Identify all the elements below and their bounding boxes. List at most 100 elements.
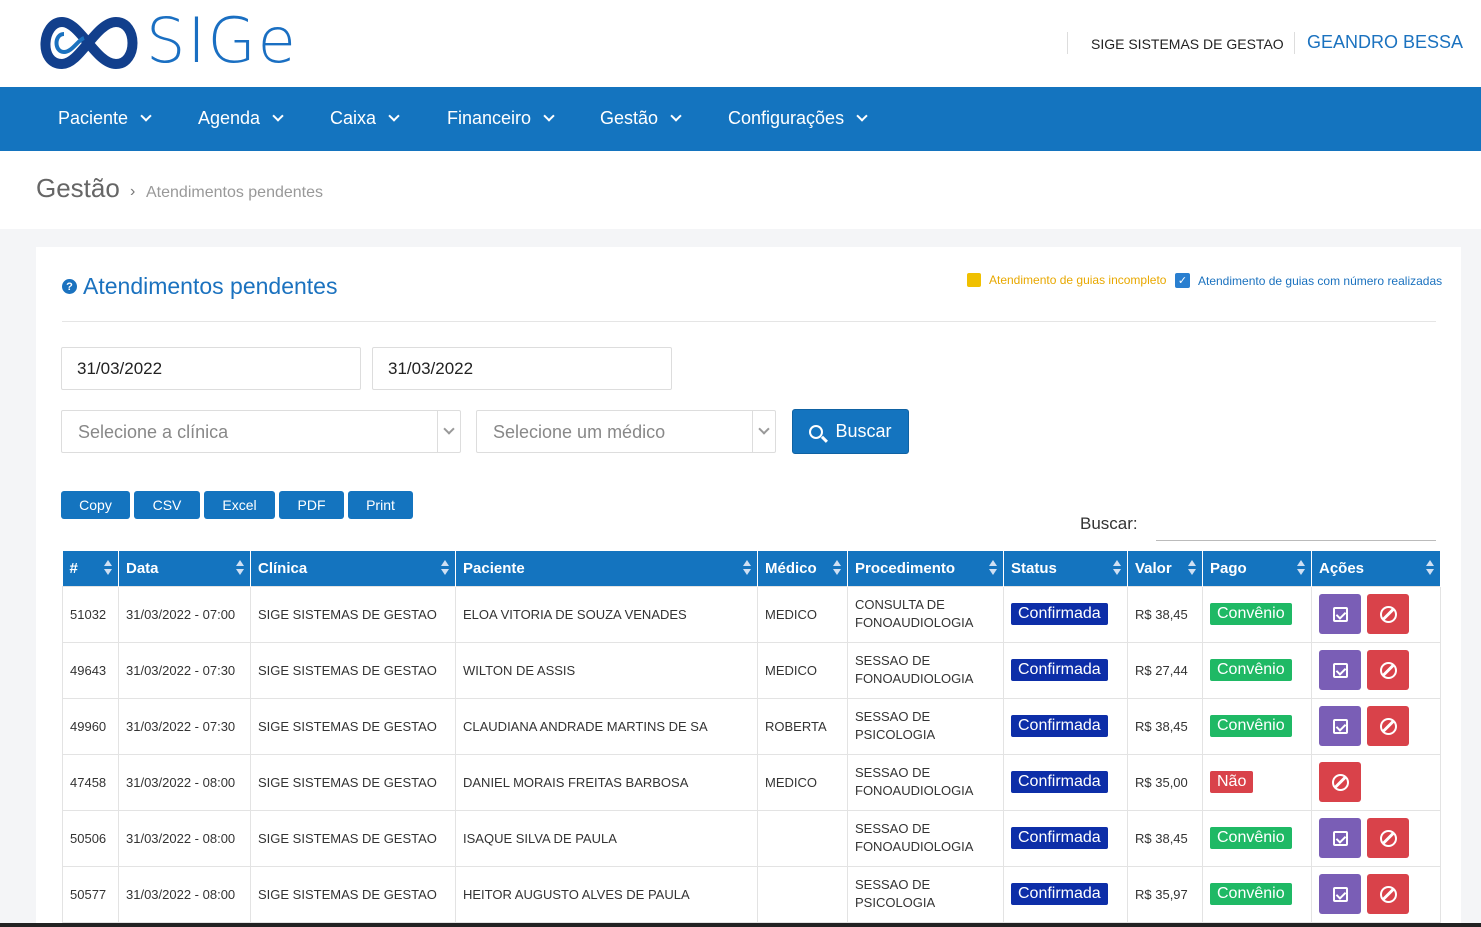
nav-caixa[interactable]: Caixa xyxy=(330,108,400,129)
nav-agenda[interactable]: Agenda xyxy=(198,108,284,129)
status-badge: Confirmada xyxy=(1011,659,1108,681)
col-header-status[interactable]: Status xyxy=(1003,551,1128,586)
proc-line: PSICOLOGIA xyxy=(855,895,936,910)
nav-configuracoes[interactable]: Configurações xyxy=(728,108,868,129)
paid-badge: Convênio xyxy=(1210,715,1292,737)
table-row: 51032 31/03/2022 - 07:00 SIGE SISTEMAS D… xyxy=(62,585,1441,643)
check-square-icon xyxy=(1332,606,1348,622)
col-header-label: Valor xyxy=(1135,559,1172,577)
user-menu[interactable]: GEANDRO BESSA xyxy=(1307,32,1463,53)
sort-icon xyxy=(104,560,112,576)
pdf-button[interactable]: PDF xyxy=(279,491,344,519)
cell-acoes xyxy=(1311,753,1441,811)
chevron-down-icon xyxy=(443,423,455,435)
cell-id: 49960 xyxy=(62,697,119,755)
excel-button[interactable]: Excel xyxy=(204,491,275,519)
date-end-input[interactable] xyxy=(372,347,672,390)
confirm-button[interactable] xyxy=(1319,874,1361,914)
breadcrumb-main[interactable]: Gestão xyxy=(36,173,120,204)
header-separator xyxy=(1067,32,1068,54)
proc-line: FONOAUDIOLOGIA xyxy=(855,615,974,630)
cancel-button[interactable] xyxy=(1367,818,1409,858)
cell-data: 31/03/2022 - 08:00 xyxy=(118,809,251,867)
status-badge: Confirmada xyxy=(1011,883,1108,905)
search-button-label: Buscar xyxy=(835,421,892,441)
sort-icon xyxy=(1297,560,1305,576)
clinic-select[interactable]: Selecione a clínica xyxy=(61,410,461,453)
doctor-select[interactable]: Selecione um médico xyxy=(476,410,776,453)
cell-valor: R$ 35,00 xyxy=(1127,753,1203,811)
col-header-id[interactable]: # xyxy=(62,551,119,586)
cell-data: 31/03/2022 - 07:30 xyxy=(118,697,251,755)
infinity-logo-icon xyxy=(40,16,138,70)
cell-valor: R$ 27,44 xyxy=(1127,641,1203,699)
col-header-clinica[interactable]: Clínica xyxy=(250,551,456,586)
table-search-input[interactable] xyxy=(1156,509,1436,541)
main-nav: Paciente Agenda Caixa Financeiro Gestão … xyxy=(0,87,1481,151)
paid-badge: Não xyxy=(1210,771,1254,793)
nav-label: Paciente xyxy=(58,108,129,128)
ban-icon xyxy=(1331,773,1349,791)
print-button[interactable]: Print xyxy=(348,491,413,519)
col-header-label: Paciente xyxy=(463,559,525,577)
nav-gestao[interactable]: Gestão xyxy=(600,108,682,129)
col-header-acoes[interactable]: Ações xyxy=(1311,551,1441,586)
cell-status: Confirmada xyxy=(1003,697,1128,755)
cell-data: 31/03/2022 - 08:00 xyxy=(118,753,251,811)
copy-button[interactable]: Copy xyxy=(61,491,130,519)
sort-icon xyxy=(441,560,449,576)
cancel-button[interactable] xyxy=(1319,762,1361,802)
col-header-procedimento[interactable]: Procedimento xyxy=(847,551,1004,586)
chevron-down-icon xyxy=(758,423,770,435)
sort-icon xyxy=(1188,560,1196,576)
cell-clinica: SIGE SISTEMAS DE GESTAO xyxy=(250,585,456,643)
nav-label: Gestão xyxy=(600,108,659,128)
nav-paciente[interactable]: Paciente xyxy=(58,108,152,129)
confirm-button[interactable] xyxy=(1319,706,1361,746)
nav-financeiro[interactable]: Financeiro xyxy=(447,108,555,129)
legend-incomplete-text: Atendimento de guias incompleto xyxy=(989,273,1167,287)
confirm-button[interactable] xyxy=(1319,594,1361,634)
table-row: 49960 31/03/2022 - 07:30 SIGE SISTEMAS D… xyxy=(62,697,1441,755)
col-header-medico[interactable]: Médico xyxy=(757,551,848,586)
csv-button[interactable]: CSV xyxy=(134,491,200,519)
sige-logo[interactable]: SIGe xyxy=(34,4,304,77)
chevron-down-icon xyxy=(388,110,400,122)
col-header-pago[interactable]: Pago xyxy=(1202,551,1312,586)
sort-icon xyxy=(1426,560,1434,576)
search-button[interactable]: Buscar xyxy=(792,409,909,454)
cell-medico: MEDICO xyxy=(757,753,848,811)
pending-appointments-card: ? Atendimentos pendentes Atendimento de … xyxy=(36,247,1461,927)
table-row: 49643 31/03/2022 - 07:30 SIGE SISTEMAS D… xyxy=(62,641,1441,699)
col-header-paciente[interactable]: Paciente xyxy=(455,551,758,586)
sort-icon xyxy=(236,560,244,576)
cancel-button[interactable] xyxy=(1367,650,1409,690)
cell-acoes xyxy=(1311,641,1441,699)
cancel-button[interactable] xyxy=(1367,874,1409,914)
nav-label: Caixa xyxy=(330,108,377,128)
check-square-icon xyxy=(1332,830,1348,846)
cell-paciente: CLAUDIANA ANDRADE MARTINS DE SA xyxy=(455,697,758,755)
cancel-button[interactable] xyxy=(1367,594,1409,634)
cell-id: 47458 xyxy=(62,753,119,811)
table-row: 50506 31/03/2022 - 08:00 SIGE SISTEMAS D… xyxy=(62,809,1441,867)
help-icon[interactable]: ? xyxy=(62,279,77,294)
cell-pago: Não xyxy=(1202,753,1312,811)
cell-data: 31/03/2022 - 07:00 xyxy=(118,585,251,643)
confirm-button[interactable] xyxy=(1319,818,1361,858)
col-header-label: Médico xyxy=(765,559,817,577)
cell-paciente: ELOA VITORIA DE SOUZA VENADES xyxy=(455,585,758,643)
proc-line: FONOAUDIOLOGIA xyxy=(855,839,974,854)
cell-pago: Convênio xyxy=(1202,697,1312,755)
ban-icon xyxy=(1379,605,1397,623)
cell-medico xyxy=(757,809,848,867)
confirm-button[interactable] xyxy=(1319,650,1361,690)
col-header-valor[interactable]: Valor xyxy=(1127,551,1203,586)
status-badge: Confirmada xyxy=(1011,827,1108,849)
cell-procedimento: SESSAO DE PSICOLOGIA xyxy=(847,865,1004,923)
cancel-button[interactable] xyxy=(1367,706,1409,746)
cell-valor: R$ 35,97 xyxy=(1127,865,1203,923)
col-header-data[interactable]: Data xyxy=(118,551,251,586)
date-start-input[interactable] xyxy=(61,347,361,390)
top-header: SIGe SIGE SISTEMAS DE GESTAO GEANDRO BES… xyxy=(0,0,1481,87)
